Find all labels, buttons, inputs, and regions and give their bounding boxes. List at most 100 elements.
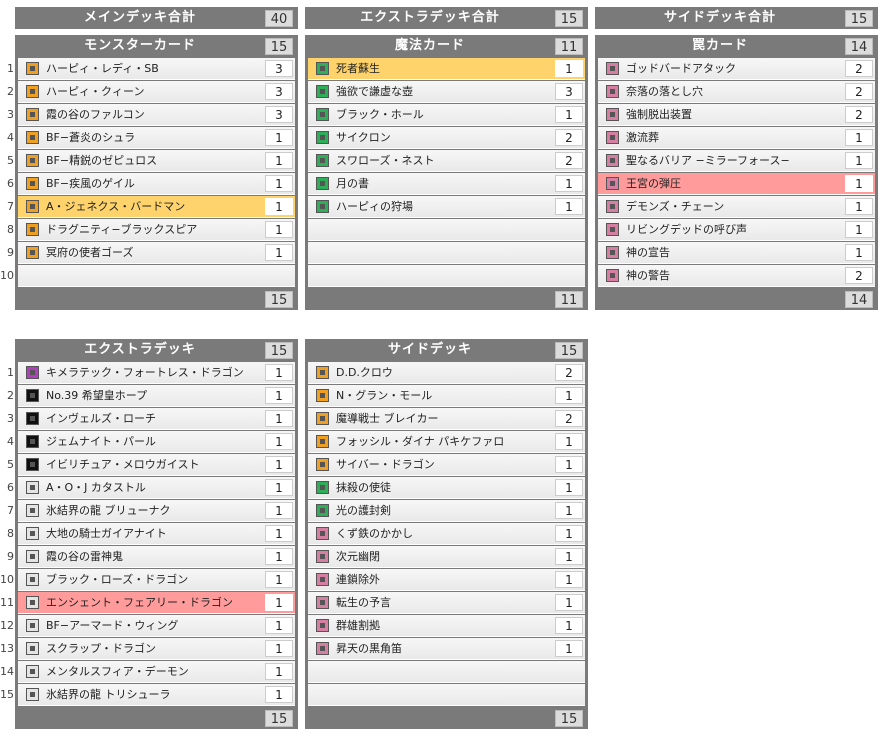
card-quantity[interactable]: 1 [265,479,293,496]
list-item[interactable]: BF−蒼炎のシュラ 1 [18,127,295,149]
card-quantity[interactable]: 1 [265,617,293,634]
list-item[interactable]: サイバー・ドラゴン 1 [308,454,585,476]
list-item[interactable]: ハーピィの狩場 1 [308,196,585,218]
list-item[interactable]: 氷結界の龍 トリシューラ 1 [18,684,295,706]
list-item[interactable]: BF−精鋭のゼピュロス 1 [18,150,295,172]
card-quantity[interactable]: 1 [265,663,293,680]
card-quantity[interactable]: 1 [265,129,293,146]
card-quantity[interactable]: 1 [555,433,583,450]
card-quantity[interactable]: 1 [265,502,293,519]
list-item[interactable] [308,242,585,264]
list-item[interactable]: D.D.クロウ 2 [308,362,585,384]
list-item[interactable]: リビングデッドの呼び声 1 [598,219,875,241]
card-quantity[interactable]: 1 [555,571,583,588]
list-item[interactable]: BF−疾風のゲイル 1 [18,173,295,195]
card-quantity[interactable]: 2 [845,60,873,77]
card-quantity[interactable]: 1 [555,594,583,611]
card-quantity[interactable]: 1 [265,198,293,215]
card-quantity[interactable]: 3 [265,106,293,123]
card-quantity[interactable]: 1 [265,387,293,404]
list-item[interactable]: 強制脱出装置 2 [598,104,875,126]
list-item[interactable]: 聖なるバリア −ミラーフォース− 1 [598,150,875,172]
list-item[interactable]: 魔導戦士 ブレイカー 2 [308,408,585,430]
list-item[interactable]: BF−アーマード・ウィング 1 [18,615,295,637]
card-quantity[interactable]: 1 [265,525,293,542]
list-item[interactable]: 激流葬 1 [598,127,875,149]
list-item[interactable]: 死者蘇生 1 [308,58,585,80]
list-item[interactable]: スワローズ・ネスト 2 [308,150,585,172]
card-quantity[interactable]: 1 [265,175,293,192]
list-item[interactable] [308,661,585,683]
list-item[interactable]: ドラグニティ−ブラックスピア 1 [18,219,295,241]
list-item[interactable]: 神の宣告 1 [598,242,875,264]
list-item[interactable]: くず鉄のかかし 1 [308,523,585,545]
list-item[interactable]: 抹殺の使徒 1 [308,477,585,499]
card-quantity[interactable]: 1 [265,640,293,657]
card-quantity[interactable]: 2 [845,106,873,123]
card-quantity[interactable]: 1 [265,221,293,238]
list-item[interactable]: デモンズ・チェーン 1 [598,196,875,218]
list-item[interactable]: A・ジェネクス・バードマン 1 [18,196,295,218]
card-quantity[interactable]: 1 [265,433,293,450]
card-quantity[interactable]: 3 [265,83,293,100]
card-quantity[interactable]: 2 [845,83,873,100]
list-item[interactable] [308,684,585,706]
list-item[interactable]: 昇天の黒角笛 1 [308,638,585,660]
card-quantity[interactable]: 1 [845,152,873,169]
card-quantity[interactable]: 1 [555,60,583,77]
list-item[interactable]: 神の警告 2 [598,265,875,287]
list-item[interactable]: 強欲で謙虚な壺 3 [308,81,585,103]
list-item[interactable]: 連鎖除外 1 [308,569,585,591]
card-quantity[interactable]: 1 [265,571,293,588]
list-item[interactable]: スクラップ・ドラゴン 1 [18,638,295,660]
card-quantity[interactable]: 1 [555,106,583,123]
list-item[interactable]: 氷結界の龍 ブリューナク 1 [18,500,295,522]
card-quantity[interactable]: 2 [555,410,583,427]
card-quantity[interactable]: 1 [845,175,873,192]
card-quantity[interactable]: 2 [555,129,583,146]
card-quantity[interactable]: 1 [555,175,583,192]
list-item[interactable]: A・O・J カタストル 1 [18,477,295,499]
list-item[interactable]: ゴッドバードアタック 2 [598,58,875,80]
card-quantity[interactable]: 1 [555,387,583,404]
list-item[interactable]: ハーピィ・レディ・SB 3 [18,58,295,80]
card-quantity[interactable]: 1 [555,502,583,519]
list-item[interactable]: 大地の騎士ガイアナイト 1 [18,523,295,545]
list-item[interactable] [308,265,585,287]
card-quantity[interactable]: 1 [265,152,293,169]
list-item[interactable]: N・グラン・モール 1 [308,385,585,407]
card-quantity[interactable]: 2 [845,267,873,284]
list-item[interactable]: サイクロン 2 [308,127,585,149]
card-quantity[interactable]: 3 [555,83,583,100]
list-item[interactable] [18,265,295,287]
list-item[interactable]: 転生の予言 1 [308,592,585,614]
card-quantity[interactable]: 1 [555,479,583,496]
list-item[interactable]: ブラック・ホール 1 [308,104,585,126]
list-item[interactable]: ハーピィ・クィーン 3 [18,81,295,103]
list-item[interactable]: インヴェルズ・ローチ 1 [18,408,295,430]
list-item[interactable]: 次元幽閉 1 [308,546,585,568]
card-quantity[interactable]: 1 [555,198,583,215]
card-quantity[interactable]: 1 [845,221,873,238]
card-quantity[interactable]: 1 [265,410,293,427]
card-quantity[interactable]: 1 [265,244,293,261]
card-quantity[interactable]: 1 [555,640,583,657]
card-quantity[interactable]: 2 [555,364,583,381]
card-quantity[interactable]: 1 [845,129,873,146]
card-quantity[interactable]: 1 [555,525,583,542]
list-item[interactable]: エンシェント・フェアリー・ドラゴン 1 [18,592,295,614]
list-item[interactable]: 霞の谷の雷神鬼 1 [18,546,295,568]
card-quantity[interactable]: 1 [265,456,293,473]
card-quantity[interactable]: 3 [265,60,293,77]
list-item[interactable]: メンタルスフィア・デーモン 1 [18,661,295,683]
card-quantity[interactable]: 1 [265,548,293,565]
list-item[interactable]: 光の護封剣 1 [308,500,585,522]
list-item[interactable]: キメラテック・フォートレス・ドラゴン 1 [18,362,295,384]
list-item[interactable]: フォッシル・ダイナ パキケファロ 1 [308,431,585,453]
card-quantity[interactable]: 1 [845,244,873,261]
list-item[interactable] [308,219,585,241]
card-quantity[interactable]: 1 [555,456,583,473]
list-item[interactable]: ジェムナイト・パール 1 [18,431,295,453]
card-quantity[interactable]: 1 [845,198,873,215]
list-item[interactable]: No.39 希望皇ホープ 1 [18,385,295,407]
